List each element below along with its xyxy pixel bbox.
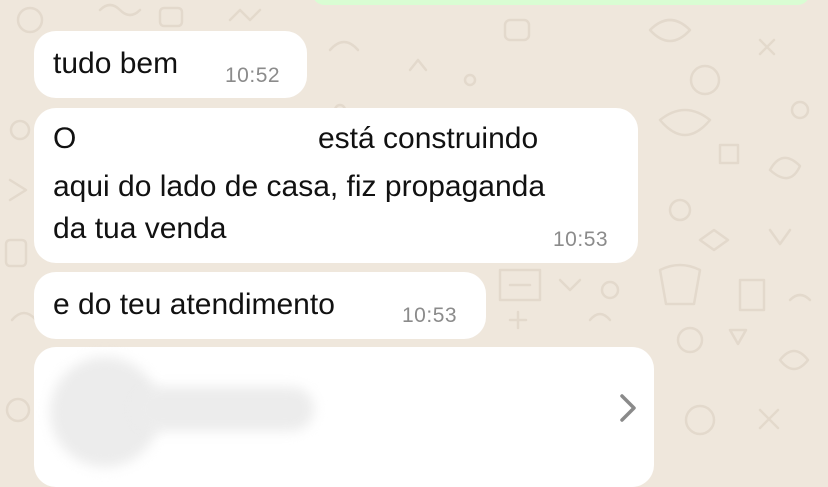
message-timestamp: 10:52 [225, 64, 281, 87]
contact-name-blurred [134, 387, 314, 431]
message-text-line: está construindo [318, 122, 539, 155]
redacted-name [90, 122, 310, 158]
outgoing-message-bubble[interactable] [312, 0, 810, 5]
message-timestamp: 10:53 [553, 228, 609, 251]
message-text: tudo bem [53, 47, 179, 80]
message-timestamp: 10:53 [402, 304, 458, 327]
chevron-right-icon[interactable] [616, 391, 640, 425]
message-text: e do teu atendimento [53, 288, 335, 321]
message-text-line: aqui do lado de casa, fiz propaganda [53, 170, 546, 203]
message-text-line: O [53, 122, 77, 155]
shared-contact-card[interactable] [34, 347, 654, 487]
incoming-message-bubble[interactable]: e do teu atendimento 10:53 [34, 272, 486, 339]
message-text-line: da tua venda [53, 212, 227, 245]
incoming-message-bubble[interactable]: tudo bem 10:52 [34, 31, 307, 98]
incoming-message-bubble[interactable]: O está construindo aqui do lado de casa,… [34, 108, 638, 263]
